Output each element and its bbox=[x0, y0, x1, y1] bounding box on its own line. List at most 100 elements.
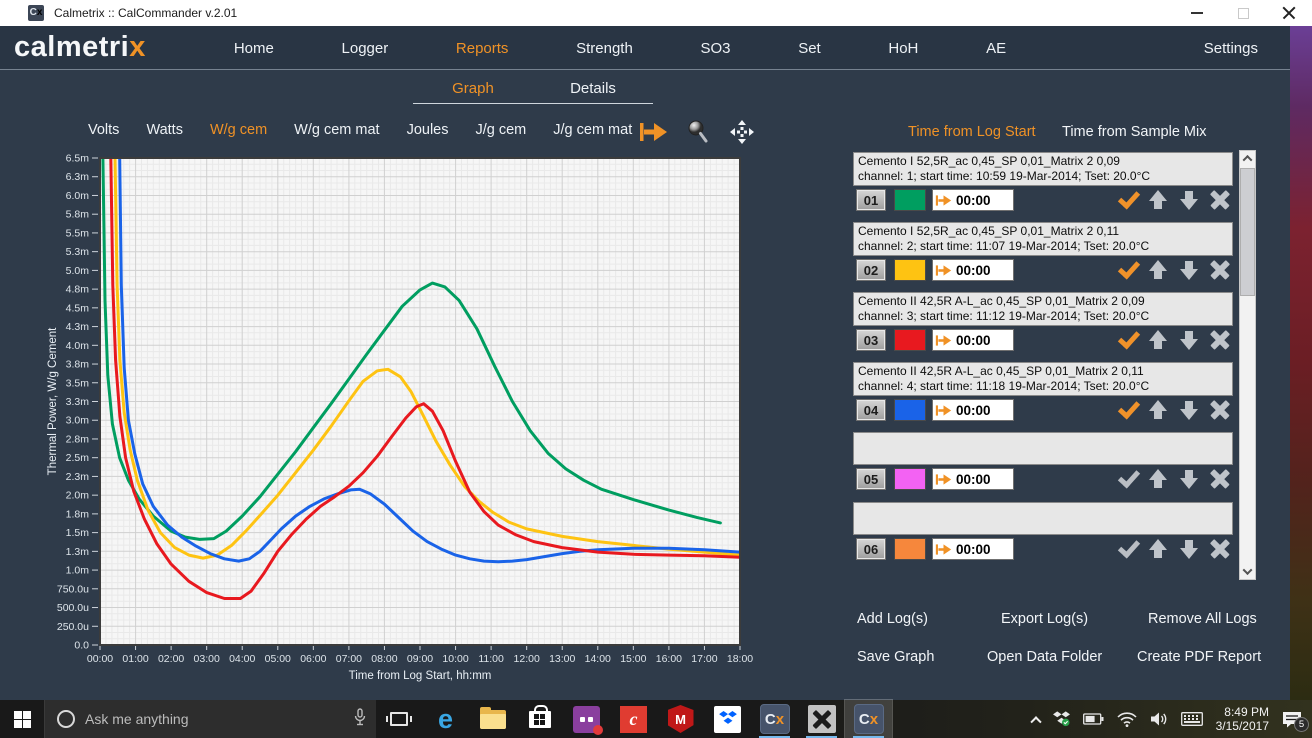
tray-expand-icon[interactable] bbox=[1032, 715, 1040, 723]
taskbar-file-explorer[interactable] bbox=[469, 700, 516, 738]
apply-check-icon[interactable] bbox=[1115, 538, 1140, 560]
nav-strength[interactable]: Strength bbox=[576, 40, 633, 57]
time-from-sample-mix-toggle[interactable]: Time from Sample Mix bbox=[1062, 124, 1206, 140]
log-description-box[interactable]: Cemento II 42,5R A-L_ac 0,45_SP 0,01_Mat… bbox=[853, 292, 1233, 326]
nav-logger[interactable]: Logger bbox=[342, 40, 389, 57]
remove-log-icon[interactable] bbox=[1208, 468, 1233, 490]
maximize-button[interactable] bbox=[1220, 0, 1266, 26]
save-graph-button[interactable]: Save Graph bbox=[857, 649, 934, 665]
scrollbar-thumb[interactable] bbox=[1240, 168, 1255, 296]
pan-icon[interactable] bbox=[726, 118, 758, 146]
apply-check-icon[interactable] bbox=[1115, 468, 1140, 490]
log-description-box[interactable] bbox=[853, 502, 1233, 535]
offset-time-input[interactable]: 00:00 bbox=[932, 538, 1014, 560]
offset-time-input[interactable]: 00:00 bbox=[932, 189, 1014, 211]
taskbar-mcafee[interactable]: M bbox=[657, 700, 704, 738]
taskbar-messaging-app[interactable] bbox=[563, 700, 610, 738]
scroll-up-icon[interactable] bbox=[1240, 151, 1255, 166]
keyboard-icon[interactable] bbox=[1181, 712, 1203, 726]
channel-color-swatch[interactable] bbox=[894, 329, 926, 351]
cortana-search-box[interactable]: Ask me anything bbox=[44, 700, 376, 738]
unit-watts[interactable]: Watts bbox=[146, 122, 183, 138]
apply-check-icon[interactable] bbox=[1115, 399, 1140, 421]
channel-color-swatch[interactable] bbox=[894, 468, 926, 490]
action-center-button[interactable]: 5 bbox=[1282, 711, 1302, 728]
taskbar-dropbox[interactable] bbox=[704, 700, 751, 738]
offset-time-input[interactable]: 00:00 bbox=[932, 329, 1014, 351]
taskbar-calcommander-active[interactable]: Cx bbox=[845, 700, 892, 738]
unit-volts[interactable]: Volts bbox=[88, 122, 119, 138]
apply-check-icon[interactable] bbox=[1115, 329, 1140, 351]
tab-details[interactable]: Details bbox=[533, 76, 653, 102]
taskbar-gray-x-app[interactable] bbox=[798, 700, 845, 738]
taskbar-store[interactable] bbox=[516, 700, 563, 738]
nav-ae[interactable]: AE bbox=[986, 40, 1006, 57]
zoom-icon[interactable] bbox=[682, 118, 714, 146]
move-down-icon[interactable] bbox=[1177, 468, 1202, 490]
remove-log-icon[interactable] bbox=[1208, 538, 1233, 560]
unit-joules[interactable]: Joules bbox=[407, 122, 449, 138]
remove-log-icon[interactable] bbox=[1208, 259, 1233, 281]
remove-log-icon[interactable] bbox=[1208, 329, 1233, 351]
task-view-button[interactable] bbox=[376, 700, 422, 738]
channel-color-swatch[interactable] bbox=[894, 259, 926, 281]
start-button[interactable] bbox=[0, 700, 44, 738]
create-pdf-report-button[interactable]: Create PDF Report bbox=[1137, 649, 1261, 665]
log-description-box[interactable]: Cemento I 52,5R_ac 0,45_SP 0,01_Matrix 2… bbox=[853, 152, 1233, 186]
tray-clock[interactable]: 8:49 PM 3/15/2017 bbox=[1216, 705, 1269, 733]
nav-settings[interactable]: Settings bbox=[1204, 26, 1258, 70]
log-description-box[interactable]: Cemento I 52,5R_ac 0,45_SP 0,01_Matrix 2… bbox=[853, 222, 1233, 256]
channel-color-swatch[interactable] bbox=[894, 189, 926, 211]
move-down-icon[interactable] bbox=[1177, 399, 1202, 421]
minimize-button[interactable] bbox=[1174, 0, 1220, 26]
wifi-icon[interactable] bbox=[1117, 712, 1137, 727]
unit-wg-cem[interactable]: W/g cem bbox=[210, 122, 267, 138]
move-up-icon[interactable] bbox=[1146, 468, 1171, 490]
move-down-icon[interactable] bbox=[1177, 538, 1202, 560]
taskbar-calcommander[interactable]: Cx bbox=[751, 700, 798, 738]
nav-set[interactable]: Set bbox=[798, 40, 821, 57]
unit-jg-cem-mat[interactable]: J/g cem mat bbox=[553, 122, 632, 138]
move-up-icon[interactable] bbox=[1146, 538, 1171, 560]
remove-all-logs-button[interactable]: Remove All Logs bbox=[1148, 611, 1257, 627]
nav-hoh[interactable]: HoH bbox=[888, 40, 918, 57]
channel-color-swatch[interactable] bbox=[894, 399, 926, 421]
nav-home[interactable]: Home bbox=[234, 40, 274, 57]
log-list-scrollbar[interactable] bbox=[1239, 150, 1256, 580]
unit-wg-cem-mat[interactable]: W/g cem mat bbox=[294, 122, 379, 138]
close-button[interactable] bbox=[1266, 0, 1312, 26]
move-up-icon[interactable] bbox=[1146, 189, 1171, 211]
apply-check-icon[interactable] bbox=[1115, 259, 1140, 281]
nav-so3[interactable]: SO3 bbox=[701, 40, 731, 57]
log-description-box[interactable] bbox=[853, 432, 1233, 465]
tab-graph[interactable]: Graph bbox=[413, 76, 533, 102]
time-from-log-start-toggle[interactable]: Time from Log Start bbox=[908, 124, 1036, 140]
apply-check-icon[interactable] bbox=[1115, 189, 1140, 211]
offset-arrow-icon[interactable] bbox=[638, 118, 670, 146]
channel-color-swatch[interactable] bbox=[894, 538, 926, 560]
move-up-icon[interactable] bbox=[1146, 329, 1171, 351]
move-down-icon[interactable] bbox=[1177, 259, 1202, 281]
battery-icon[interactable] bbox=[1083, 713, 1104, 725]
open-data-folder-button[interactable]: Open Data Folder bbox=[987, 649, 1102, 665]
taskbar-red-app[interactable]: c bbox=[610, 700, 657, 738]
add-logs-button[interactable]: Add Log(s) bbox=[857, 611, 928, 627]
volume-icon[interactable] bbox=[1150, 711, 1168, 727]
move-up-icon[interactable] bbox=[1146, 259, 1171, 281]
move-down-icon[interactable] bbox=[1177, 329, 1202, 351]
thermal-power-chart[interactable]: 00:0001:0002:0003:0004:0005:0006:0007:00… bbox=[40, 148, 756, 693]
nav-reports[interactable]: Reports bbox=[456, 40, 509, 57]
unit-jg-cem[interactable]: J/g cem bbox=[476, 122, 527, 138]
log-description-box[interactable]: Cemento II 42,5R A-L_ac 0,45_SP 0,01_Mat… bbox=[853, 362, 1233, 396]
tray-dropbox-icon[interactable] bbox=[1053, 711, 1070, 727]
taskbar-edge[interactable]: e bbox=[422, 700, 469, 738]
scroll-down-icon[interactable] bbox=[1240, 564, 1255, 579]
move-up-icon[interactable] bbox=[1146, 399, 1171, 421]
offset-time-input[interactable]: 00:00 bbox=[932, 259, 1014, 281]
remove-log-icon[interactable] bbox=[1208, 189, 1233, 211]
microphone-icon[interactable] bbox=[354, 708, 366, 731]
remove-log-icon[interactable] bbox=[1208, 399, 1233, 421]
offset-time-input[interactable]: 00:00 bbox=[932, 399, 1014, 421]
export-logs-button[interactable]: Export Log(s) bbox=[1001, 611, 1088, 627]
offset-time-input[interactable]: 00:00 bbox=[932, 468, 1014, 490]
